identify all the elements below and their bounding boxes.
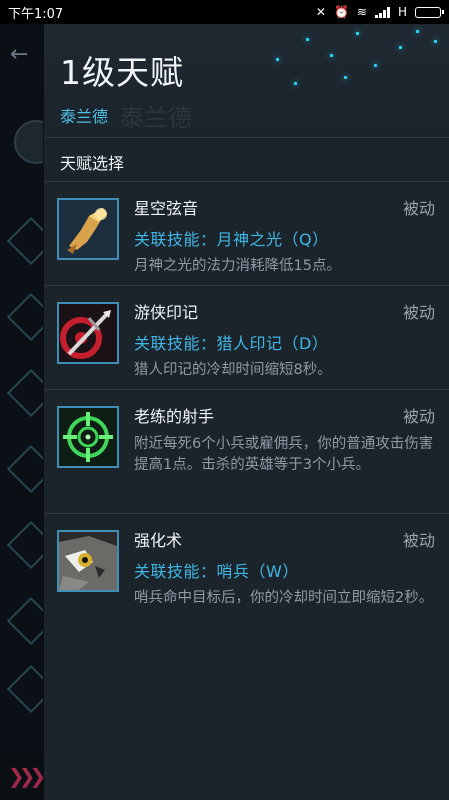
sparkle-decoration [344,76,347,79]
talent-item[interactable]: 游侠印记 被动 关联技能：猎人印记（D） 猎人印记的冷却时间缩短8秒。 [44,286,449,390]
talent-description: 哨兵命中目标后，你的冷却时间立即缩短2秒。 [134,590,434,606]
talent-item[interactable]: 老练的射手 被动 附近每死6个小兵或雇佣兵，你的普通攻击伤害提高1点。击杀的英雄… [44,390,449,514]
network-type: H [397,5,407,19]
background-hero-name: 泰兰德 [120,104,192,132]
section-title: 天赋选择 [44,138,449,182]
talent-type: 被动 [402,199,435,218]
talent-name: 游侠印记 [134,303,199,322]
talent-name: 星空弦音 [134,199,199,218]
sparkle-decoration [276,58,279,61]
sparkle-decoration [399,46,402,49]
drawer-header: 1级天赋 泰兰德 泰兰德 [44,24,449,138]
sparkle-decoration [330,54,333,57]
talent-type: 被动 [402,531,435,550]
back-arrow-icon[interactable]: ← [10,42,28,67]
talent-skill: 关联技能：月神之光（Q） [134,230,329,249]
silent-icon: ✕ [315,5,326,19]
ranger-mark-icon [57,302,119,364]
hero-name: 泰兰德 [60,107,109,126]
talent-name: 强化术 [134,531,183,550]
talent-description: 附近每死6个小兵或雇佣兵，你的普通攻击伤害提高1点。击杀的英雄等于3个小兵。 [134,436,434,473]
sparkle-decoration [356,32,359,35]
talent-description: 猎人印记的冷却时间缩短8秒。 [134,362,332,378]
talent-skill: 关联技能：猎人印记（D） [134,334,329,353]
talent-item[interactable]: 强化术 被动 关联技能：哨兵（W） 哨兵命中目标后，你的冷却时间立即缩短2秒。 [44,514,449,638]
talent-name: 老练的射手 [134,407,215,426]
crosshair-icon [57,406,119,468]
expand-arrows-icon[interactable]: ❯❯❯ [8,764,46,788]
sparkle-decoration [434,40,437,43]
alarm-icon: ⏰ [333,5,349,19]
status-time: 下午1:07 [8,6,64,22]
sparkle-decoration [374,64,377,67]
talent-description: 月神之光的法力消耗降低15点。 [134,258,341,274]
talent-type: 被动 [402,407,435,426]
talent-type: 被动 [402,303,435,322]
sparkle-decoration [306,38,309,41]
starlight-hand-icon [57,198,119,260]
status-icons: ✕ ⏰ ≋ H [315,5,444,19]
talent-drawer: 1级天赋 泰兰德 泰兰德 天赋选择 星空弦音 被动 关联技能：月神之光（Q） 月… [43,24,449,800]
wifi-icon: ≋ [356,5,367,19]
talent-item[interactable]: 星空弦音 被动 关联技能：月神之光（Q） 月神之光的法力消耗降低15点。 [44,182,449,286]
status-bar: 下午1:07 ✕ ⏰ ≋ H [0,0,449,24]
battery-icon [415,6,444,18]
signal-icon [374,6,390,18]
owl-icon [57,530,119,592]
talent-skill: 关联技能：哨兵（W） [134,562,299,581]
sparkle-decoration [416,30,419,33]
sparkle-decoration [294,82,297,85]
drawer-title: 1级天赋 [60,53,184,92]
